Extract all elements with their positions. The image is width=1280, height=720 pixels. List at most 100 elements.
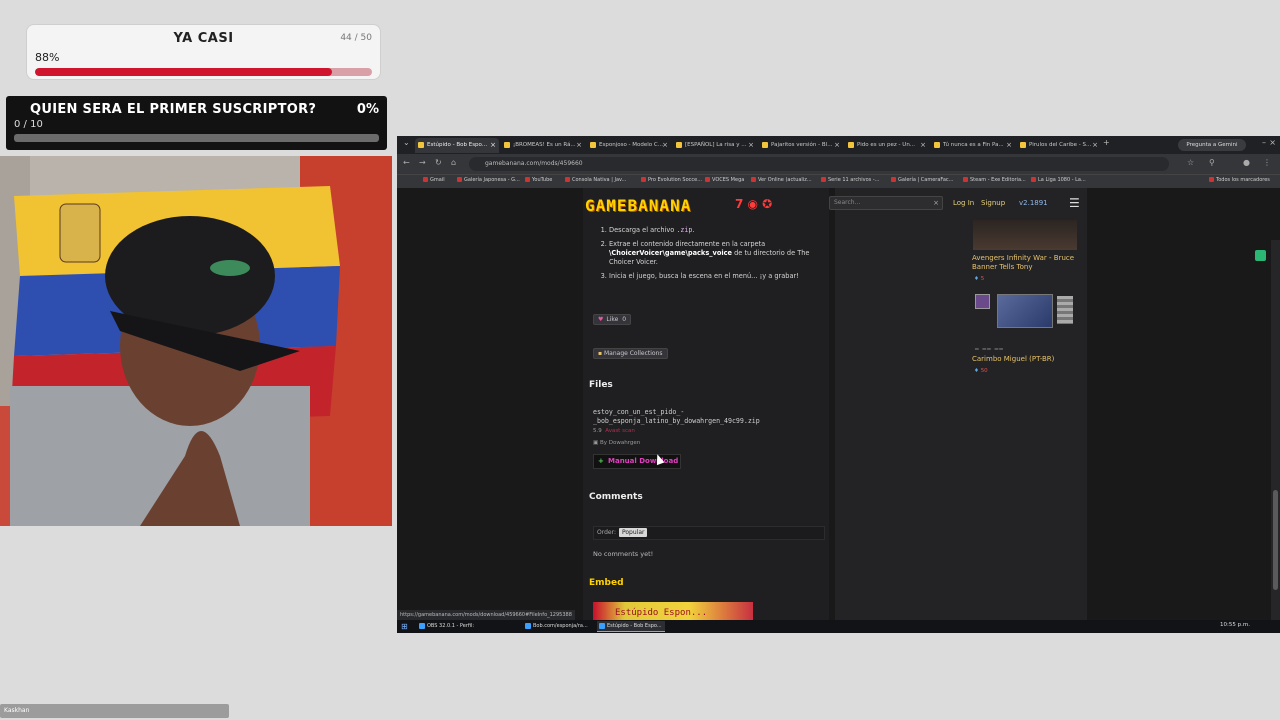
- minimize-icon[interactable]: –: [1262, 138, 1266, 147]
- bookmarks-bar: Gmail Galería Japonesa - G... YouTube Co…: [397, 174, 1280, 188]
- file-name: estoy_con_un_est_pido_-_bob_esponja_lati…: [593, 408, 760, 425]
- close-icon: ×: [748, 141, 754, 149]
- sidebar-thumbnail[interactable]: [997, 294, 1053, 328]
- webcam-image: [0, 156, 392, 526]
- sidebar-item-title[interactable]: Avengers Infinity War - Bruce Banner Tel…: [972, 254, 1082, 272]
- site-search-input[interactable]: Search... ×: [829, 196, 943, 210]
- install-steps: Descarga el archivo .zip. Extrae el cont…: [597, 226, 811, 286]
- tab-3[interactable]: Esponjoso - Modelo C... ×: [587, 138, 671, 153]
- goal-widget-secondary: QUIEN SERA EL PRIMER SUSCRIPTOR? 0% 0 / …: [6, 96, 387, 150]
- profile-icon[interactable]: ●: [1243, 158, 1250, 167]
- goal-progress-track: [14, 134, 379, 142]
- windows-start-icon[interactable]: ⊞: [401, 622, 408, 631]
- manual-download-button[interactable]: Manual Download: [593, 454, 681, 469]
- new-tab-icon[interactable]: +: [1103, 138, 1110, 147]
- tab-7[interactable]: Tú nunca es a Fin Pa... ×: [931, 138, 1015, 153]
- file-size: 5.9: [593, 428, 602, 434]
- sidebar-thumbnail[interactable]: [973, 220, 1077, 250]
- sidebar-thumbnail[interactable]: [1057, 296, 1073, 324]
- url-input[interactable]: gamebanana.com/mods/459660: [469, 157, 1169, 171]
- close-window-icon[interactable]: ×: [1269, 138, 1276, 147]
- page-scrollbar[interactable]: [1271, 240, 1280, 633]
- close-icon: ×: [490, 141, 496, 149]
- manage-collections-button[interactable]: ▪ Manage Collections: [593, 348, 668, 359]
- scrollbar-thumb[interactable]: [1273, 490, 1278, 590]
- bookmark-item[interactable]: Pro Evolution Socce...: [641, 177, 702, 183]
- extension-icon[interactable]: [1255, 250, 1266, 261]
- order-select[interactable]: Popular: [618, 528, 648, 537]
- tab-5[interactable]: Pajaritos versión - Bl... ×: [759, 138, 843, 153]
- sidebar-item-title[interactable]: Carimbo Miguel (PT-BR): [972, 355, 1082, 364]
- site-header: GAMEBANANA 7 ◉ ✪ Search... × Log In Signu…: [583, 194, 1087, 216]
- file-meta: 5.9 Avast scan: [593, 428, 635, 434]
- tab-2[interactable]: ¡BROMEAS! Es un Rá... ×: [501, 138, 585, 153]
- bookmark-item[interactable]: YouTube: [525, 177, 552, 183]
- tab-4[interactable]: [ESPAÑOL] La risa y ... ×: [673, 138, 757, 153]
- close-icon: ×: [1006, 141, 1012, 149]
- sidebar-item-stat: 50: [974, 368, 988, 374]
- close-icon: ×: [662, 141, 668, 149]
- hamburger-icon[interactable]: ☰: [1069, 196, 1080, 210]
- bookmark-item[interactable]: Serie 11 archivos -...: [821, 177, 879, 183]
- bookmark-item[interactable]: La Liga 1080 - La...: [1031, 177, 1086, 183]
- goal-progress-fill: [35, 68, 332, 76]
- webcam-feed: [0, 156, 392, 526]
- taskbar-item-obs[interactable]: OBS 32.0.1 - Perfil: Si...: [417, 621, 485, 632]
- tab-list-icon[interactable]: ⌄: [403, 138, 410, 147]
- carousel-dots[interactable]: ━ ━━ ━━: [975, 346, 1004, 353]
- bookmark-item[interactable]: VOCES Mega: [705, 177, 744, 183]
- goal-count: 0 / 10: [14, 119, 43, 130]
- gemini-button[interactable]: Pregunta a Gemini: [1178, 139, 1246, 151]
- login-link[interactable]: Log In: [953, 199, 974, 207]
- avatar[interactable]: [975, 294, 990, 309]
- heart-icon: ♥: [598, 316, 604, 323]
- like-button[interactable]: ♥ Like 0: [593, 314, 632, 325]
- extensions-icon[interactable]: ⚲: [1209, 158, 1215, 167]
- taskbar-item-browser[interactable]: Bob.com/esponja/ra...: [523, 621, 591, 632]
- goal-title: YA CASI: [173, 31, 234, 46]
- bookmark-item[interactable]: Galería | CameraFac...: [891, 177, 953, 183]
- close-icon[interactable]: ×: [933, 197, 939, 209]
- step-1: Descarga el archivo .zip.: [609, 226, 811, 235]
- file-author: ▣ By Dowahrgen: [593, 440, 641, 446]
- bookmark-item[interactable]: Ver Online (actualiz...: [751, 177, 812, 183]
- tab-8[interactable]: Pirulos del Caribe - S... ×: [1017, 138, 1101, 153]
- back-icon[interactable]: ←: [403, 158, 410, 167]
- signup-link[interactable]: Signup: [981, 199, 1005, 207]
- goal-progress-track: [35, 68, 372, 76]
- reload-icon[interactable]: ↻: [435, 158, 442, 167]
- windows-taskbar: ⊞ OBS 32.0.1 - Perfil: Si... Bob.com/esp…: [397, 620, 1280, 633]
- bookmark-item[interactable]: Gmail: [423, 177, 445, 183]
- files-heading: Files: [589, 380, 613, 390]
- goal-percent: 88%: [35, 51, 60, 64]
- comments-heading: Comments: [589, 492, 643, 502]
- goal-count: 44 / 50: [340, 33, 372, 43]
- star-icon[interactable]: ☆: [1187, 158, 1194, 167]
- tab-6[interactable]: Pido es un pez - Un... ×: [845, 138, 929, 153]
- version-link[interactable]: v2.1891: [1019, 199, 1048, 207]
- step-2: Extrae el contenido directamente en la c…: [609, 240, 811, 267]
- browser-window: ⌄ Estúpido - Bob Espo... × ¡BROMEAS! Es u…: [397, 136, 1280, 633]
- bookmark-item[interactable]: Steam - Exe Editoria...: [963, 177, 1026, 183]
- system-tray-clock[interactable]: 10:55 p.m.: [1220, 622, 1250, 628]
- logo-badges-icon: 7 ◉ ✪: [735, 197, 773, 211]
- bookmark-item[interactable]: Consola Nativa | Jav...: [565, 177, 626, 183]
- taskbar-item-active[interactable]: Estúpido - Bob Espo...: [597, 621, 665, 632]
- side-column: [835, 188, 1087, 620]
- tab-strip: ⌄ Estúpido - Bob Espo... × ¡BROMEAS! Es u…: [397, 136, 1280, 154]
- bookmark-item[interactable]: Galería Japonesa - G...: [457, 177, 520, 183]
- all-bookmarks[interactable]: Todos los marcadores: [1209, 177, 1270, 183]
- gamebanana-logo[interactable]: GAMEBANANA: [585, 196, 691, 215]
- file-scan-status: Avast scan: [605, 428, 635, 434]
- no-comments-text: No comments yet!: [593, 550, 654, 558]
- status-url: https://gamebanana.com/mods/download/459…: [397, 610, 575, 620]
- sidebar-item-stat: 5: [974, 276, 985, 282]
- embed-banner[interactable]: Estúpido Espon...: [593, 602, 753, 620]
- forward-icon[interactable]: →: [419, 158, 426, 167]
- tab-1[interactable]: Estúpido - Bob Espo... ×: [415, 138, 499, 153]
- comment-order: Order: Popular: [593, 526, 825, 540]
- goal-widget-primary: YA CASI 44 / 50 88%: [26, 24, 381, 80]
- close-icon: ×: [834, 141, 840, 149]
- home-icon[interactable]: ⌂: [451, 158, 456, 167]
- menu-icon[interactable]: ⋮: [1263, 158, 1271, 167]
